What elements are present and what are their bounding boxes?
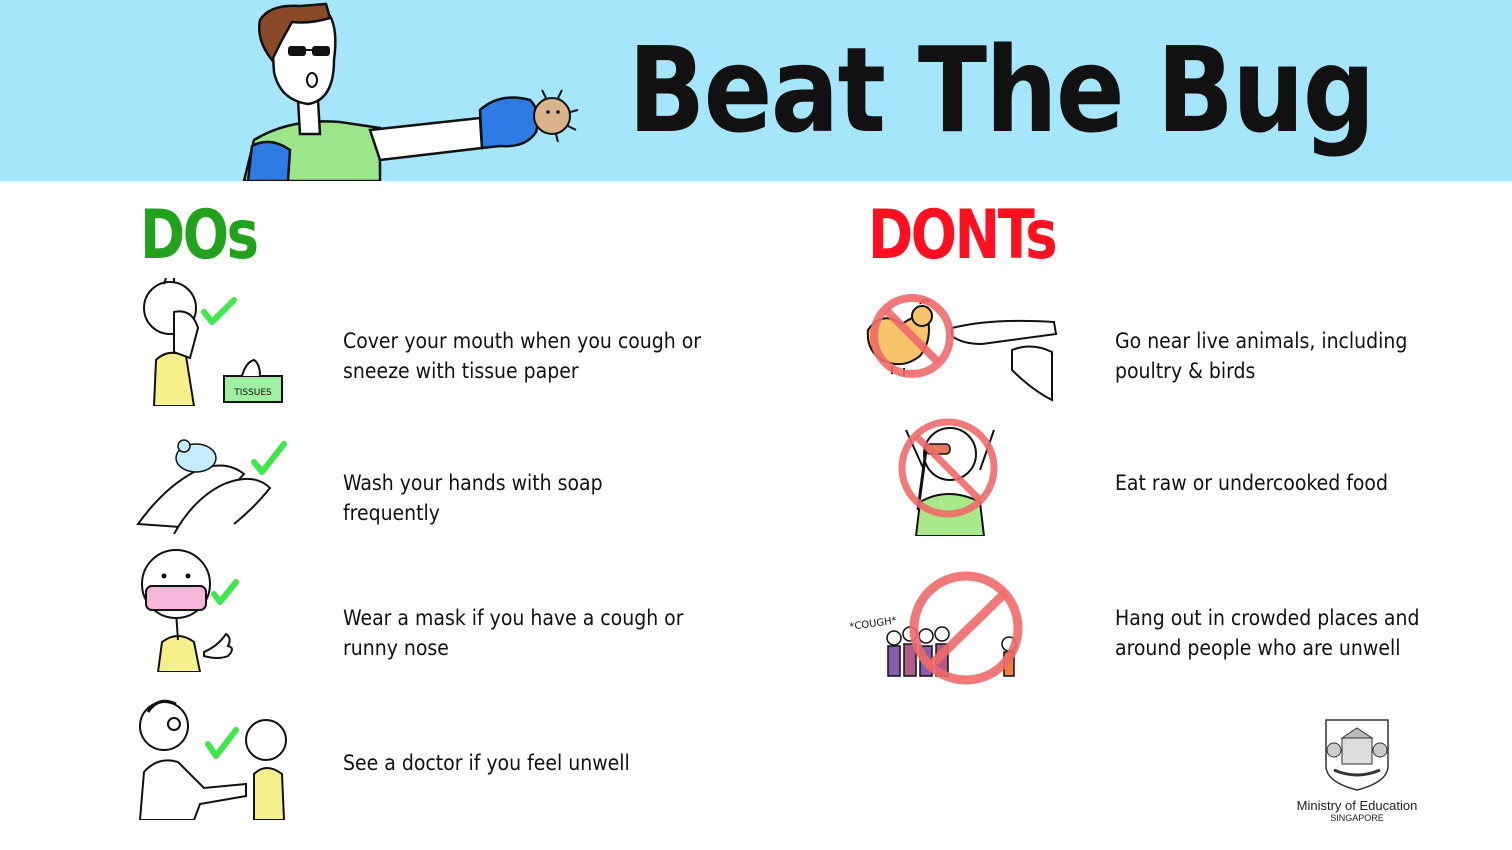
cover-mouth-illustration: TISSUES	[143, 278, 283, 406]
dont-item-3-text: Hang out in crowded places and around pe…	[1115, 606, 1420, 660]
moe-logo: Ministry of Education SINGAPORE	[1285, 716, 1429, 823]
dont-item-1-text: Go near live animals, including poultry …	[1115, 329, 1408, 383]
do-item-3-text: Wear a mask if you have a cough or runny…	[343, 606, 684, 660]
donts-heading: DONTs	[868, 196, 1058, 275]
crowded-places-prohibited-illustration: *COUGH*	[849, 571, 1023, 685]
do-item-1-text: Cover your mouth when you cough or sneez…	[343, 329, 702, 383]
moe-name: Ministry of Education	[1296, 798, 1418, 813]
dos-heading: DOs	[140, 196, 259, 275]
do-item-4-text: See a doctor if you feel unwell	[343, 751, 630, 775]
tissues-label: TISSUES	[233, 388, 272, 398]
wash-hands-illustration	[136, 439, 287, 534]
moe-crest-icon	[1325, 719, 1389, 791]
boxer-fist-virus-illustration	[242, 2, 579, 181]
banner-title: Beat The Bug	[628, 21, 1375, 159]
do-item-2-text: Wash your hands with soap frequently	[343, 471, 603, 525]
live-animals-prohibited-illustration	[866, 294, 1058, 402]
doctor-illustration	[138, 699, 287, 820]
raw-food-prohibited-illustration	[898, 418, 998, 536]
moe-country: SINGAPORE	[1330, 813, 1384, 823]
title-banner: Beat The Bug	[0, 0, 1512, 181]
dont-item-2-text: Eat raw or undercooked food	[1115, 471, 1388, 495]
cough-label: *COUGH*	[849, 615, 898, 632]
mask-illustration	[141, 549, 239, 672]
